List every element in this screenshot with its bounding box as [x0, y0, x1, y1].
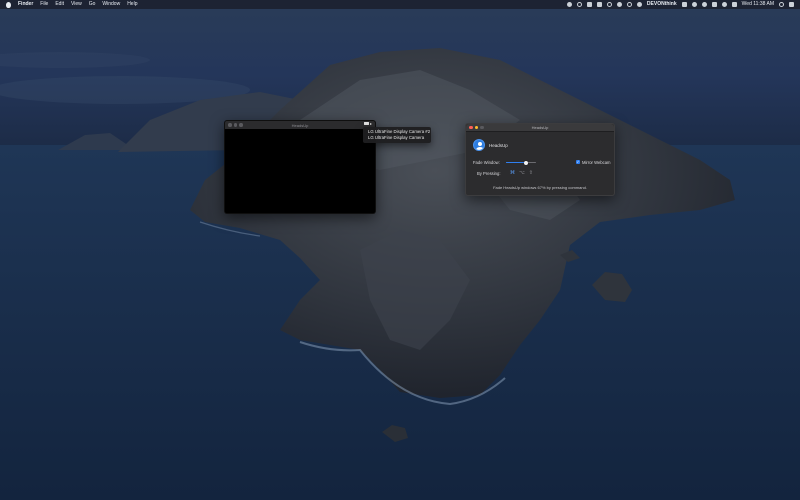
zoom-button[interactable] [239, 123, 243, 127]
menu-bar-status: DEVONthink Wed 11:38 AM [566, 0, 794, 9]
camera-option-2[interactable]: LG UltraFine Display Camera [368, 135, 426, 141]
menu-app-finder[interactable]: Finder [18, 0, 33, 9]
fade-hint-text: Fade HeadsUp windows 67% by pressing com… [493, 185, 587, 190]
fade-window-label: Fade Window: [473, 160, 500, 165]
dropbox-status-icon[interactable] [586, 2, 592, 7]
menu-window[interactable]: Window [102, 0, 120, 9]
menu-help[interactable]: Help [127, 0, 137, 9]
bolt-status-icon[interactable] [616, 2, 622, 7]
display-status-icon[interactable] [596, 2, 602, 7]
menu-bar-clock[interactable]: Wed 11:38 AM [742, 0, 774, 9]
slider-fill [506, 162, 526, 163]
camera-preview-window[interactable]: HeadsUp [224, 120, 376, 214]
mirror-webcam-checkbox[interactable]: ✓ Mirror Webcam [576, 160, 611, 165]
devonthink-icon[interactable] [636, 2, 642, 7]
volume-icon[interactable] [721, 2, 727, 7]
modifier-key-selector: ⌘ ⌥ ⇧ [510, 170, 533, 176]
battery-icon[interactable] [711, 2, 717, 7]
menu-bar-left: Finder File Edit View Go Window Help [6, 0, 137, 9]
sync-status-icon[interactable] [606, 2, 612, 7]
record-status-icon[interactable] [576, 2, 582, 7]
by-pressing-label: By Pressing: [477, 171, 501, 176]
notification-center-icon[interactable] [789, 2, 794, 7]
option-key-icon[interactable]: ⌥ [519, 170, 525, 176]
gear-status-icon[interactable] [626, 2, 632, 7]
zoom-button[interactable] [480, 125, 484, 130]
slider-thumb[interactable] [523, 160, 528, 165]
menu-edit[interactable]: Edit [55, 0, 64, 9]
fade-window-slider[interactable] [506, 160, 536, 165]
settings-window-titlebar[interactable]: HeadsUp [466, 124, 614, 132]
camera-selector-button[interactable] [364, 121, 374, 126]
minimize-button[interactable] [233, 123, 237, 127]
video-camera-icon [364, 121, 369, 126]
spotlight-search-icon[interactable] [779, 2, 784, 7]
headsup-app-icon [473, 139, 485, 151]
camera-dropdown-menu: LG UltraFine Display Camera #2 LG UltraF… [363, 127, 431, 143]
menu-file[interactable]: File [40, 0, 48, 9]
desktop-wallpaper [0, 0, 800, 500]
screen-status-icon[interactable] [681, 2, 687, 7]
command-key-icon[interactable]: ⌘ [510, 170, 515, 176]
mirror-webcam-label: Mirror Webcam [582, 159, 611, 165]
app-header: HeadsUp [473, 139, 508, 151]
camera-window-titlebar[interactable]: HeadsUp [225, 121, 375, 129]
settings-window-title: HeadsUp [531, 125, 549, 130]
camera-window-title: HeadsUp [291, 122, 309, 128]
menu-go[interactable]: Go [89, 0, 96, 9]
bluetooth-status-icon[interactable] [691, 2, 697, 7]
minimize-button[interactable] [474, 125, 478, 130]
menu-view[interactable]: View [71, 0, 82, 9]
close-button[interactable] [469, 125, 473, 130]
camera-feed [225, 129, 375, 213]
headsup-settings-window[interactable]: HeadsUp HeadsUp Fade Window: ✓ Mirror We… [465, 123, 615, 196]
apple-logo-icon[interactable] [6, 1, 11, 8]
shift-key-icon[interactable]: ⇧ [529, 170, 533, 176]
window-controls [469, 125, 484, 130]
headsup-status-icon[interactable] [566, 2, 572, 7]
menu-bar: Finder File Edit View Go Window Help DEV… [0, 0, 800, 9]
checkbox-check-icon[interactable]: ✓ [576, 160, 580, 164]
app-name: HeadsUp [489, 142, 508, 148]
status-devonthink[interactable]: DEVONthink [647, 0, 677, 9]
wifi-icon[interactable] [701, 2, 707, 7]
window-controls [228, 123, 243, 127]
input-source-icon[interactable] [731, 2, 737, 7]
video-camera-lens-icon [370, 122, 372, 125]
close-button[interactable] [228, 123, 232, 127]
